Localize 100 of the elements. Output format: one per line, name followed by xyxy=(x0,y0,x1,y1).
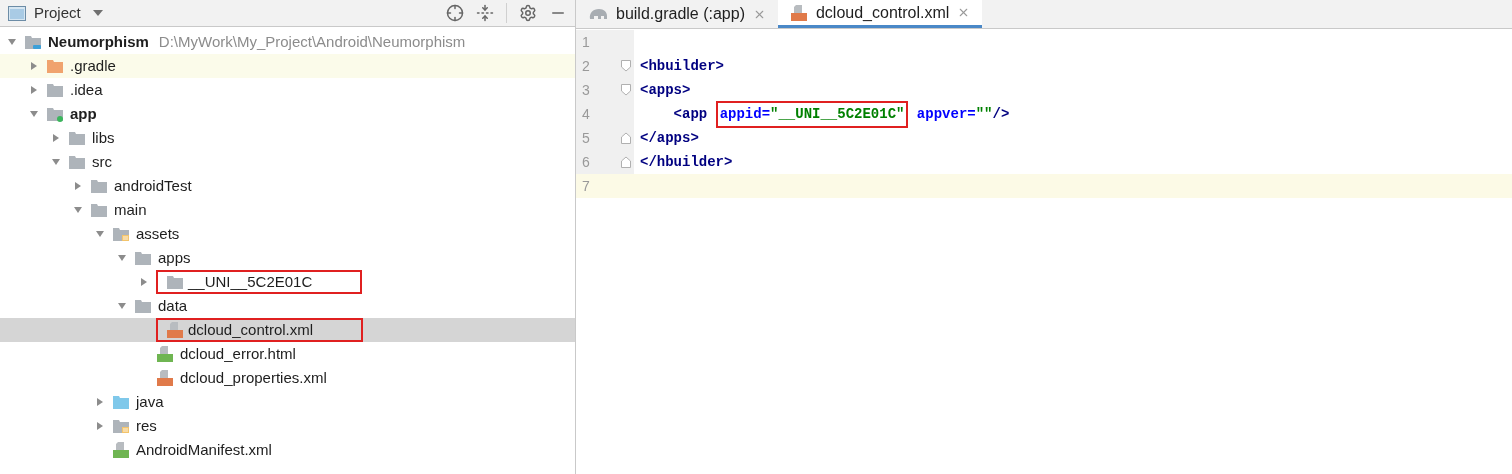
expanded-arrow-icon[interactable] xyxy=(117,253,127,263)
tab-label: build.gradle (:app) xyxy=(616,4,745,24)
line-number: 1 xyxy=(582,32,590,52)
collapsed-arrow-icon[interactable] xyxy=(51,133,61,143)
tree-item-label: .idea xyxy=(70,79,103,100)
expanded-arrow-icon[interactable] xyxy=(95,229,105,239)
tree-row[interactable]: apps xyxy=(0,246,575,270)
module-folder-icon xyxy=(46,106,64,122)
window-icon xyxy=(8,5,26,21)
code-token: <apps> xyxy=(640,80,691,100)
tree-item-label: dcloud_control.xml xyxy=(188,319,314,340)
fold-marker-icon[interactable] xyxy=(621,156,631,168)
elephant-icon xyxy=(588,7,608,21)
tree-item-label: Neumorphism xyxy=(48,31,149,52)
code-token: appver= xyxy=(915,104,976,124)
tree-row[interactable]: androidTest xyxy=(0,174,575,198)
project-folder-icon xyxy=(24,34,42,50)
folder-icon xyxy=(46,58,64,74)
manifest-file-icon xyxy=(112,441,130,459)
xml-file-icon xyxy=(156,369,174,387)
folder-icon xyxy=(134,298,152,314)
collapsed-arrow-icon[interactable] xyxy=(29,85,39,95)
locate-icon[interactable] xyxy=(446,4,464,22)
expanded-arrow-icon[interactable] xyxy=(29,109,39,119)
folder-icon xyxy=(90,178,108,194)
tree-row[interactable]: data xyxy=(0,294,575,318)
tree-row[interactable]: res xyxy=(0,414,575,438)
line-number: 2 xyxy=(582,56,590,76)
tree-row[interactable]: libs xyxy=(0,126,575,150)
settings-icon[interactable] xyxy=(519,4,537,22)
tree-row[interactable]: __UNI__5C2E01C xyxy=(0,270,575,294)
code-token: </hbuilder> xyxy=(640,152,733,172)
line-number: 4 xyxy=(582,104,590,124)
tree-item-label: apps xyxy=(158,247,191,268)
collapsed-arrow-icon[interactable] xyxy=(29,61,39,71)
collapsed-arrow-icon[interactable] xyxy=(95,421,105,431)
line-number: 6 xyxy=(582,152,590,172)
tree-row[interactable]: AndroidManifest.xml xyxy=(0,438,575,462)
folder-icon xyxy=(166,274,184,290)
tree-row[interactable]: app xyxy=(0,102,575,126)
line-number: 5 xyxy=(582,128,590,148)
expanded-arrow-icon[interactable] xyxy=(7,37,17,47)
tree-row[interactable]: java xyxy=(0,390,575,414)
tree-item-label: libs xyxy=(92,127,115,148)
xml-file-icon xyxy=(166,321,184,339)
code-token: "__UNI__5C2E01C" xyxy=(770,104,905,124)
tree-row[interactable]: dcloud_control.xml xyxy=(0,318,575,342)
collapse-all-icon[interactable] xyxy=(476,4,494,22)
tab-label: dcloud_control.xml xyxy=(815,2,950,23)
code-token: "" xyxy=(975,104,993,124)
tree-row[interactable]: dcloud_properties.xml xyxy=(0,366,575,390)
tree-item-label: src xyxy=(92,151,112,172)
code-token: <hbuilder> xyxy=(640,56,724,76)
fold-marker-icon[interactable] xyxy=(621,84,631,96)
tree-item-label: __UNI__5C2E01C xyxy=(188,271,313,292)
dropdown-caret-icon[interactable] xyxy=(92,10,103,16)
editor-tab[interactable]: build.gradle (:app) xyxy=(576,0,778,28)
expanded-arrow-icon[interactable] xyxy=(51,157,61,167)
folder-icon xyxy=(112,226,130,242)
folder-icon xyxy=(112,418,130,434)
folder-icon xyxy=(112,394,130,410)
tree-item-label: main xyxy=(114,199,147,220)
collapsed-arrow-icon[interactable] xyxy=(95,397,105,407)
tree-item-label: androidTest xyxy=(114,175,192,196)
folder-icon xyxy=(68,130,86,146)
folder-icon xyxy=(68,154,86,170)
project-path: D:\MyWork\My_Project\Android\Neumorphism xyxy=(158,31,466,52)
line-number: 3 xyxy=(582,80,590,100)
fold-marker-icon[interactable] xyxy=(621,60,631,72)
tree-item-label: data xyxy=(158,295,188,316)
tree-row[interactable]: .idea xyxy=(0,78,575,102)
tree-row[interactable]: assets xyxy=(0,222,575,246)
code-token: /> xyxy=(992,104,1010,124)
collapsed-arrow-icon[interactable] xyxy=(139,277,149,287)
line-number: 7 xyxy=(582,176,590,196)
code-token: </apps> xyxy=(640,128,699,148)
expanded-arrow-icon[interactable] xyxy=(73,205,83,215)
tree-row[interactable]: dcloud_error.html xyxy=(0,342,575,366)
tree-item-label: dcloud_error.html xyxy=(180,343,296,364)
code-token: <app xyxy=(672,104,709,124)
tree-item-label: app xyxy=(70,103,97,124)
tree-row[interactable]: src xyxy=(0,150,575,174)
tree-item-label: .gradle xyxy=(70,55,116,76)
collapsed-arrow-icon[interactable] xyxy=(73,181,83,191)
folder-icon xyxy=(46,82,64,98)
tree-row[interactable]: main xyxy=(0,198,575,222)
tree-item-label: AndroidManifest.xml xyxy=(136,439,272,460)
code-token: appid= xyxy=(719,104,771,124)
html-file-icon xyxy=(156,345,174,363)
tree-item-label: java xyxy=(136,391,164,412)
tree-row[interactable]: Neumorphism D:\MyWork\My_Project\Android\Neumorphism xyxy=(0,30,575,54)
fold-marker-icon[interactable] xyxy=(621,132,631,144)
tree-row[interactable]: .gradle xyxy=(0,54,575,78)
panel-title[interactable]: Project xyxy=(34,1,81,25)
folder-icon xyxy=(90,202,108,218)
xml-file-icon xyxy=(789,3,808,22)
tree-item-label: assets xyxy=(136,223,180,244)
expanded-arrow-icon[interactable] xyxy=(117,301,127,311)
folder-icon xyxy=(134,250,152,266)
editor-tab[interactable]: dcloud_control.xml xyxy=(777,0,983,28)
